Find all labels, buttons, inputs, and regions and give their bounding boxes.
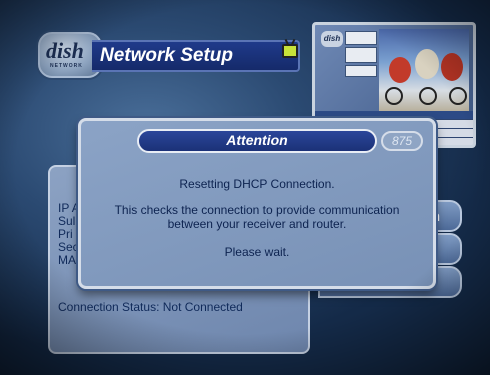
panel-label: Sul: [58, 214, 76, 228]
dialog-code: 875: [381, 131, 423, 151]
connection-status-value: Not Connected: [162, 300, 243, 314]
preview-info-box: [345, 31, 377, 45]
page-title: Network Setup: [100, 45, 234, 66]
wheel-shape: [385, 87, 403, 105]
preview-logo: dish: [321, 31, 343, 47]
preview-video: [379, 29, 469, 111]
dialog-message-3: Please wait.: [224, 245, 290, 259]
attention-dialog: Attention 875 Resetting DHCP Connection.…: [78, 118, 436, 289]
panel-label: Sec: [58, 240, 79, 254]
dialog-message-2: This checks the connection to provide co…: [114, 203, 400, 231]
panel-label: IP A: [58, 201, 80, 215]
preview-info-box: [345, 65, 377, 77]
connection-status: Connection Status: Not Connected: [58, 300, 243, 314]
cyclist-figure: [441, 53, 463, 81]
dialog-title: Attention: [226, 132, 288, 148]
tv-screen: dish NETWORK Network Setup dish on IP A …: [0, 0, 490, 375]
panel-label: Pri: [58, 227, 73, 241]
logo-sub: NETWORK: [50, 63, 83, 69]
header-bar: Network Setup: [92, 40, 300, 72]
tv-icon: [282, 44, 298, 58]
dialog-message-1: Resetting DHCP Connection.: [179, 177, 335, 191]
cyclist-figure: [389, 57, 411, 83]
wheel-shape: [449, 87, 467, 105]
dialog-title-bar: Attention: [137, 129, 377, 153]
cyclist-figure: [415, 49, 439, 79]
panel-label: MA: [58, 253, 76, 267]
preview-info-box: [345, 47, 377, 63]
wheel-shape: [419, 87, 437, 105]
connection-status-label: Connection Status:: [58, 300, 160, 314]
logo-word: dish: [46, 38, 84, 63]
